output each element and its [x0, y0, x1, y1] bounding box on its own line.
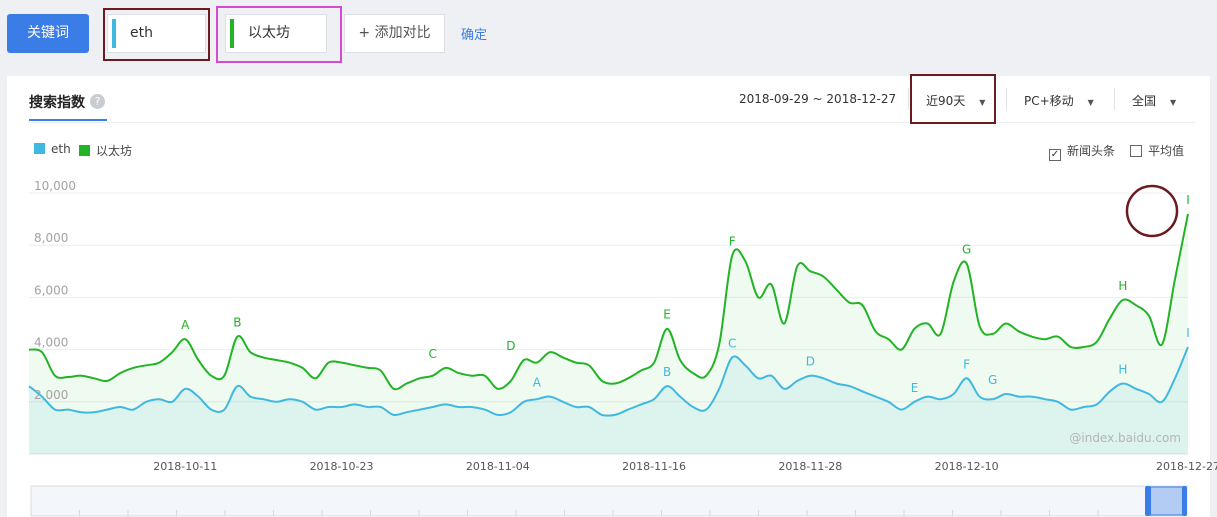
y-tick-label: 4,000 [34, 336, 68, 350]
x-tick-label: 2018-10-23 [310, 460, 374, 473]
x-tick-label: 2018-11-28 [778, 460, 842, 473]
news-annotation-label[interactable]: G [962, 242, 971, 256]
slider-window[interactable] [1147, 486, 1186, 516]
x-axis: 2018-10-11 2018-10-23 2018-11-04 2018-11-16… [153, 460, 1217, 473]
y-tick-label: 10,000 [34, 179, 76, 193]
news-annotation-label[interactable]: A [533, 376, 542, 390]
slider-handle-right[interactable] [1182, 486, 1187, 516]
y-tick-label: 8,000 [34, 231, 68, 245]
slider-track [30, 485, 1188, 517]
news-annotation-label[interactable]: E [663, 308, 671, 322]
x-tick-label: 2018-12-10 [935, 460, 999, 473]
news-annotation-label[interactable]: B [663, 365, 671, 379]
x-tick-label: 2018-12-27 [1156, 460, 1217, 473]
watermark: @index.baidu.com [1069, 431, 1181, 445]
news-annotation-label[interactable]: F [963, 357, 970, 371]
news-annotation-label[interactable]: B [233, 316, 241, 330]
series-areas [29, 213, 1188, 454]
x-tick-label: 2018-11-16 [622, 460, 686, 473]
news-annotation-label[interactable]: C [728, 336, 736, 350]
news-annotation-label[interactable]: E [911, 381, 919, 395]
news-annotation-label[interactable]: D [806, 355, 815, 369]
news-annotation-label[interactable]: F [729, 235, 736, 249]
news-annotation-label[interactable]: H [1118, 279, 1127, 293]
news-annotation-label[interactable]: A [181, 318, 190, 332]
x-tick-label: 2018-11-04 [466, 460, 530, 473]
search-index-chart: 2,0004,0006,0008,00010,000 2018-10-11 201… [28, 179, 1217, 517]
news-annotation-label[interactable]: I [1186, 193, 1190, 207]
slider-handle-left[interactable] [1145, 486, 1151, 516]
y-tick-label: 6,000 [34, 283, 68, 297]
range-slider[interactable] [30, 485, 1188, 517]
news-annotation-label[interactable]: D [506, 339, 515, 353]
x-tick-label: 2018-10-11 [153, 460, 217, 473]
news-annotation-label[interactable]: I [1186, 326, 1190, 340]
news-annotation-label[interactable]: G [988, 373, 997, 387]
news-annotation-label[interactable]: C [429, 347, 437, 361]
y-tick-label: 2,000 [34, 388, 68, 402]
news-annotation-label[interactable]: H [1118, 363, 1127, 377]
